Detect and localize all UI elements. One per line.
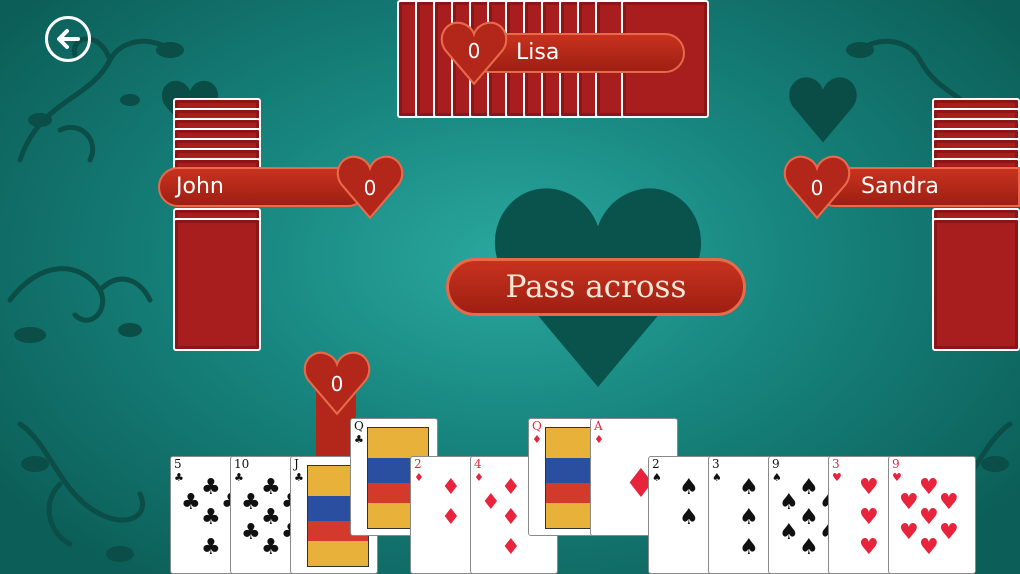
card-rank: 2 bbox=[652, 457, 660, 471]
card-rank: J bbox=[294, 457, 299, 471]
card-pip-icon: ♦ bbox=[481, 490, 501, 515]
card-suit-icon: ♦ bbox=[594, 433, 604, 446]
card-pip-icon: ♠ bbox=[739, 535, 759, 560]
card-pip-icon: ♣ bbox=[261, 475, 281, 500]
card-rank: 5 bbox=[174, 457, 182, 471]
card-pip-icon: ♣ bbox=[201, 505, 221, 530]
card-pip-icon: ♥ bbox=[919, 505, 939, 530]
card-pip-icon: ♣ bbox=[201, 475, 221, 500]
card-pip-icon: ♠ bbox=[779, 520, 799, 545]
card-suit-icon: ♥ bbox=[832, 471, 842, 484]
card-pip-icon: ♥ bbox=[919, 475, 939, 500]
card-suit-icon: ♠ bbox=[772, 471, 782, 484]
card-pip-icon: ♠ bbox=[779, 490, 799, 515]
card-pip-icon: ♦ bbox=[501, 475, 521, 500]
card-rank: 9 bbox=[892, 457, 900, 471]
card-pip-icon: ♦ bbox=[441, 475, 461, 500]
card-pip-icon: ♠ bbox=[739, 475, 759, 500]
card-suit-icon: ♥ bbox=[892, 471, 902, 484]
card-rank: Q bbox=[532, 419, 542, 433]
card-pip-icon: ♥ bbox=[919, 535, 939, 560]
card-pip-icon: ♥ bbox=[939, 520, 959, 545]
card-pip-icon: ♣ bbox=[201, 535, 221, 560]
card-pip-icon: ♠ bbox=[799, 505, 819, 530]
card-rank: A bbox=[594, 419, 603, 433]
card-suit-icon: ♣ bbox=[234, 471, 244, 484]
card-suit-icon: ♦ bbox=[532, 433, 542, 446]
player-hand: 5♣♣♣♣♣♣10♣♣♣♣♣♣♣♣J♣Q♣2♦♦♦4♦♦♦♦♦Q♦A♦♦2♠♠♠… bbox=[0, 0, 1020, 574]
card-pip-icon: ♥ bbox=[859, 475, 879, 500]
card-pip-icon: ♠ bbox=[679, 505, 699, 530]
card-pip-icon: ♥ bbox=[899, 490, 919, 515]
card-suit-icon: ♠ bbox=[652, 471, 662, 484]
card-rank: 3 bbox=[832, 457, 840, 471]
card-pip-icon: ♦ bbox=[501, 535, 521, 560]
card-pip-icon: ♣ bbox=[261, 505, 281, 530]
card-pip-icon: ♥ bbox=[859, 535, 879, 560]
card-pip-icon: ♣ bbox=[241, 490, 261, 515]
card-pip-icon: ♣ bbox=[181, 490, 201, 515]
card-suit-icon: ♣ bbox=[174, 471, 184, 484]
hand-card-9-12[interactable]: 9 ♥ ♥ ♥ ♥ ♥ ♥ ♥ ♥ bbox=[888, 456, 976, 574]
card-pip-icon: ♠ bbox=[799, 535, 819, 560]
card-suit-icon: ♦ bbox=[474, 471, 484, 484]
card-pip-icon: ♥ bbox=[939, 490, 959, 515]
card-pip-icon: ♠ bbox=[799, 475, 819, 500]
card-pip-icon: ♠ bbox=[739, 505, 759, 530]
card-rank: 2 bbox=[414, 457, 422, 471]
card-pip-icon: ♠ bbox=[679, 475, 699, 500]
card-pip-icon: ♦ bbox=[501, 505, 521, 530]
card-pip-icon: ♥ bbox=[899, 520, 919, 545]
card-pip-icon: ♥ bbox=[859, 505, 879, 530]
card-rank: 3 bbox=[712, 457, 720, 471]
card-rank: Q bbox=[354, 419, 364, 433]
card-pip-icon: ♦ bbox=[441, 505, 461, 530]
card-suit-icon: ♣ bbox=[294, 471, 304, 484]
card-suit-icon: ♠ bbox=[712, 471, 722, 484]
card-suit-icon: ♣ bbox=[354, 433, 364, 446]
card-pip-icon: ♣ bbox=[261, 535, 281, 560]
card-rank: 4 bbox=[474, 457, 482, 471]
card-pip-icon: ♣ bbox=[241, 520, 261, 545]
card-rank: 9 bbox=[772, 457, 780, 471]
card-rank: 10 bbox=[234, 457, 250, 471]
card-suit-icon: ♦ bbox=[414, 471, 424, 484]
